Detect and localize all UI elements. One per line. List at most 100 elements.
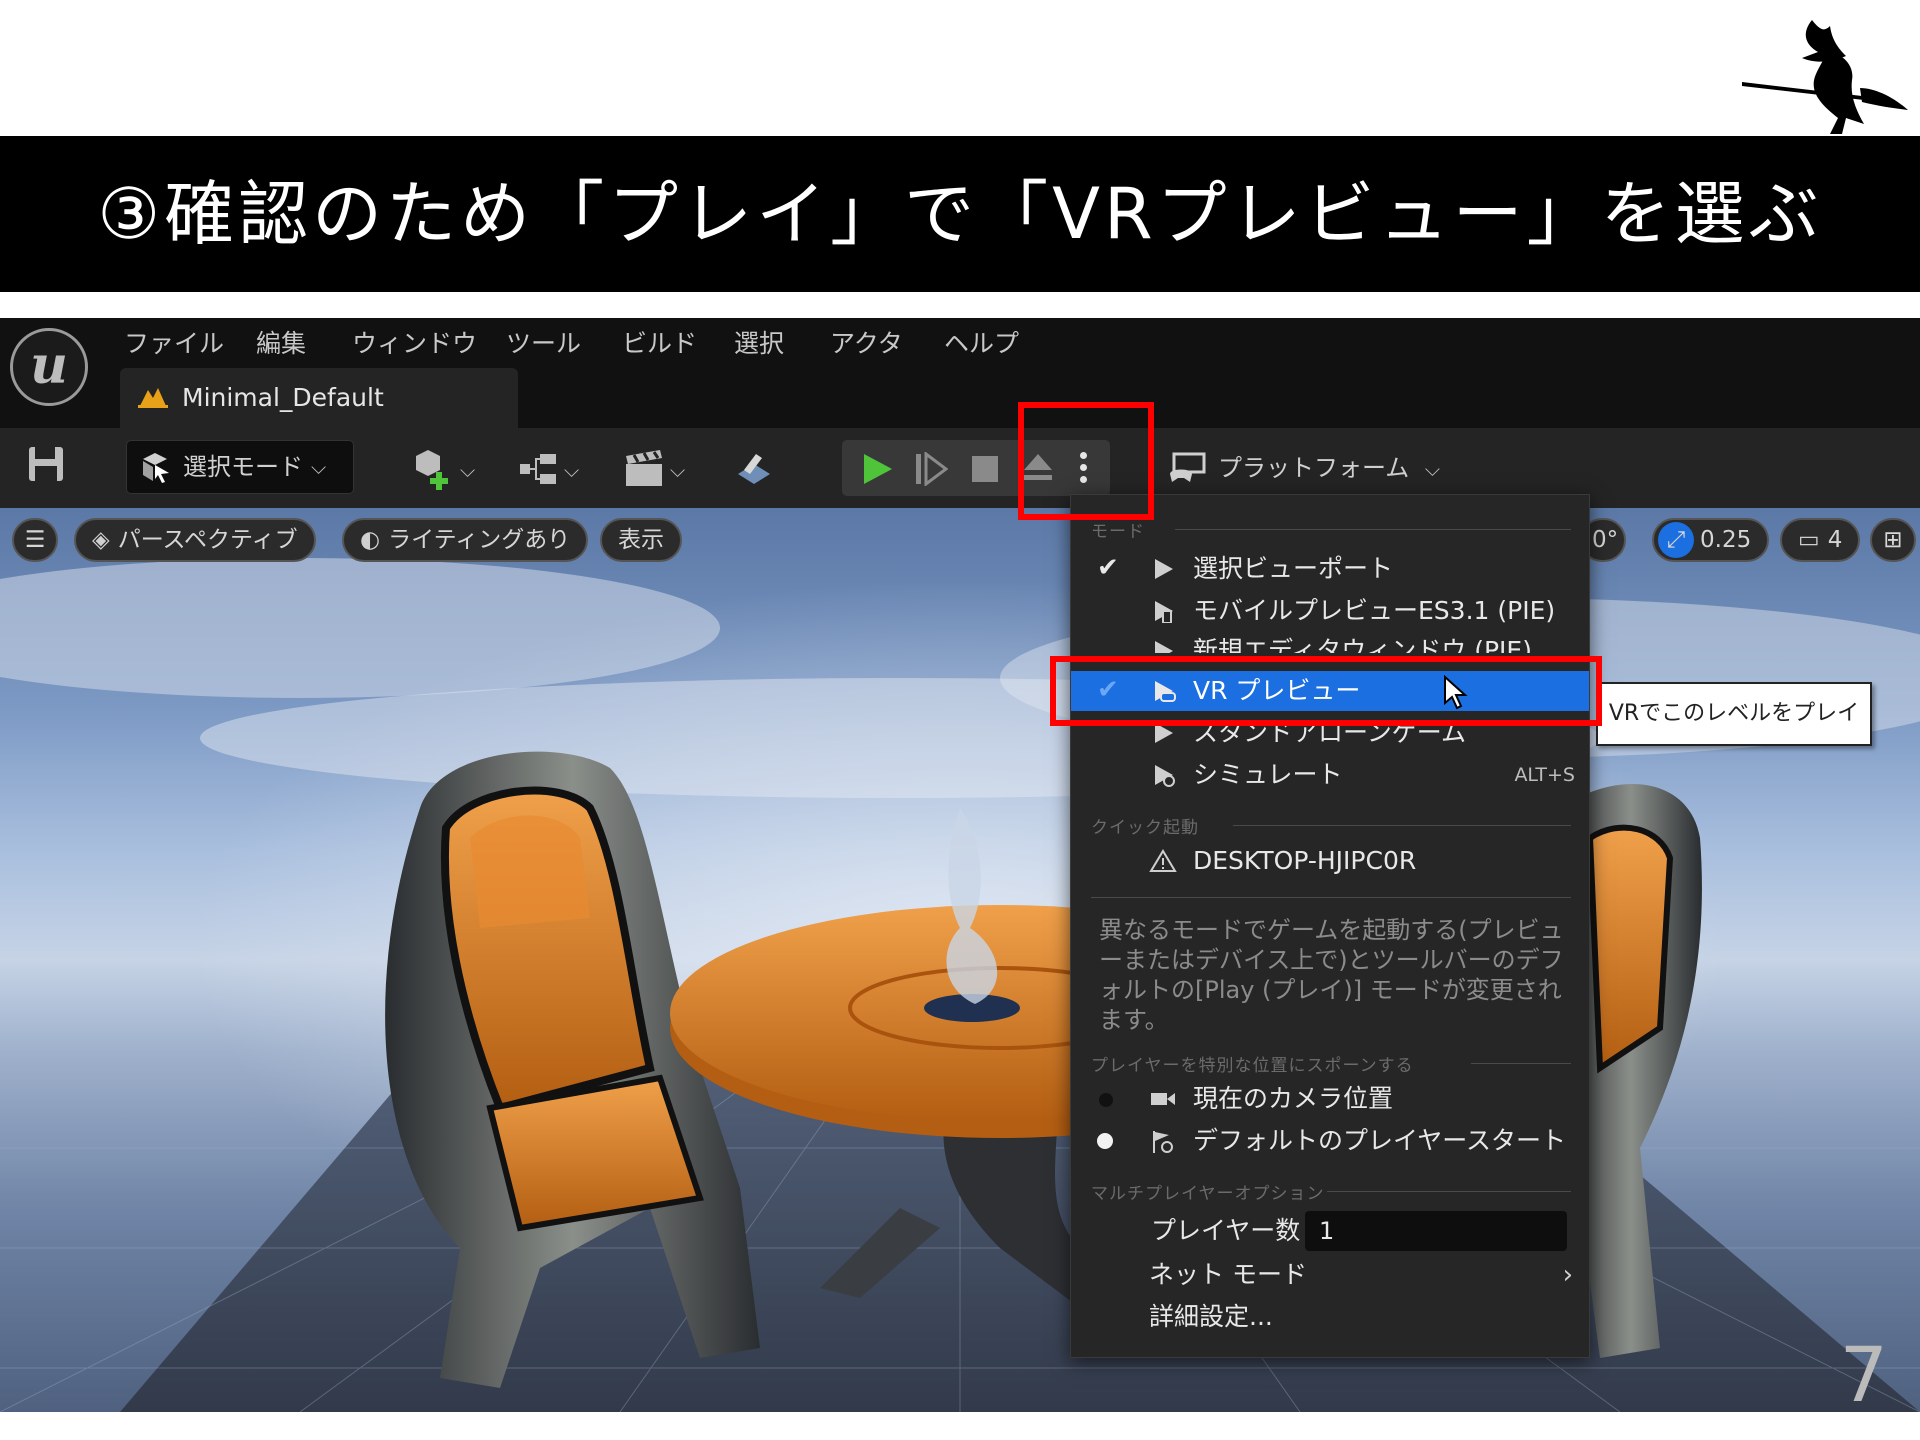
- shortcut-label: ALT+S: [1514, 764, 1575, 786]
- level-viewport[interactable]: ☰ ◈ パースペクティブ ◐ ライティングあり 表示 0° ⤢ 0.25 ▭ 4 ⊞: [0, 508, 1920, 1412]
- mode-simulate[interactable]: シミュレート ALT+S: [1071, 755, 1589, 795]
- warning-icon: [1149, 849, 1177, 872]
- slide-title: ③確認のため「プレイ」で「VRプレビュー」を選ぶ: [97, 173, 1823, 255]
- page-number: 7: [1839, 1330, 1888, 1419]
- highlight-play-options: [1018, 402, 1154, 520]
- menu-edit[interactable]: 編集: [256, 326, 306, 362]
- player-start-flag-icon: [1153, 1131, 1173, 1153]
- player-count-input[interactable]: 1: [1305, 1211, 1567, 1251]
- show-button[interactable]: 表示: [600, 518, 682, 562]
- viewport-layout-icon: ⊞: [1883, 527, 1903, 553]
- lighting-label: ライティングあり: [388, 527, 571, 553]
- mode-label: シミュレート: [1193, 760, 1343, 789]
- mode-label: 選択ビューポート: [1193, 554, 1394, 583]
- spawn-section-header: プレイヤーを特別な位置にスポーンする: [1091, 1056, 1414, 1076]
- player-count-row: プレイヤー数 1: [1071, 1211, 1589, 1251]
- divider: [1091, 897, 1571, 898]
- quick-launch-device[interactable]: DESKTOP-HJIPC0R: [1071, 841, 1589, 881]
- cinematics-icon[interactable]: [624, 450, 664, 488]
- main-toolbar: 選択モード ⌵ ⌵ ⌵ ⌵ プラットフォーム ⌵: [0, 428, 1920, 508]
- chevron-right-icon: ›: [1562, 1260, 1573, 1290]
- divider: [1471, 1063, 1571, 1064]
- play-icon: [1155, 559, 1173, 579]
- select-mode-dropdown[interactable]: 選択モード ⌵: [126, 440, 354, 494]
- perspective-label: パースペクティブ: [117, 527, 298, 553]
- scale-icon: ⤢: [1658, 522, 1694, 558]
- device-label: DESKTOP-HJIPC0R: [1193, 846, 1417, 875]
- modeling-tools-icon[interactable]: [734, 448, 774, 488]
- select-mode-icon: [143, 453, 169, 483]
- mode-new-editor-window[interactable]: 新規エディタウィンドウ (PIE): [1071, 631, 1589, 653]
- menu-tools[interactable]: ツール: [506, 326, 581, 362]
- mode-label: 新規エディタウィンドウ (PIE): [1193, 636, 1532, 653]
- chevron-down-icon[interactable]: ⌵: [460, 458, 475, 482]
- mode-section-header: モード: [1091, 522, 1145, 542]
- play-icon[interactable]: [860, 452, 894, 486]
- menu-window[interactable]: ウィンドウ: [352, 326, 477, 362]
- unreal-editor-window: u ファイル 編集 ウィンドウ ツール ビルド 選択 アクタ ヘルプ Minim…: [0, 318, 1920, 1412]
- scale-snap-value: 0.25: [1700, 527, 1752, 553]
- spawn-option-label: デフォルトのプレイヤースタート: [1193, 1126, 1567, 1155]
- spawn-option-label: 現在のカメラ位置: [1193, 1084, 1394, 1113]
- menu-bar: u ファイル 編集 ウィンドウ ツール ビルド 選択 アクタ ヘルプ Minim…: [0, 318, 1920, 428]
- mode-mobile-preview[interactable]: モバイルプレビューES3.1 (PIE): [1071, 591, 1589, 631]
- level-tab-label: Minimal_Default: [182, 383, 384, 412]
- mode-label: モバイルプレビューES3.1 (PIE): [1193, 596, 1556, 625]
- radio-button[interactable]: [1099, 1093, 1113, 1107]
- play-mode-description: 異なるモードでゲームを起動する(プレビューまたはデバイス上で)とツールバーのデフ…: [1099, 916, 1564, 1034]
- rotation-snap-value: 0°: [1592, 527, 1619, 553]
- mobile-play-icon: [1155, 601, 1173, 623]
- platforms-dropdown[interactable]: プラットフォーム ⌵: [1168, 440, 1440, 496]
- camera-icon: [1151, 1093, 1175, 1105]
- simulate-icon: [1155, 765, 1175, 787]
- chevron-down-icon[interactable]: ⌵: [670, 458, 685, 482]
- hamburger-icon: ☰: [24, 527, 46, 553]
- viewport-options-button[interactable]: ☰: [12, 518, 58, 562]
- camera-speed-value: 4: [1827, 527, 1843, 553]
- player-count-label: プレイヤー数: [1151, 1216, 1301, 1245]
- radio-button-selected[interactable]: [1097, 1133, 1113, 1149]
- witch-logo: [1742, 20, 1908, 134]
- camera-speed-button[interactable]: ▭ 4: [1780, 518, 1861, 562]
- menu-select[interactable]: 選択: [734, 326, 784, 362]
- mode-selected-viewport[interactable]: ✔ 選択ビューポート: [1071, 549, 1589, 589]
- step-forward-icon[interactable]: [914, 452, 948, 486]
- lighting-mode-button[interactable]: ◐ ライティングあり: [342, 518, 589, 562]
- scale-snap-button[interactable]: ⤢ 0.25: [1652, 518, 1770, 562]
- unreal-logo-icon[interactable]: u: [10, 328, 88, 406]
- check-icon: ✔: [1097, 553, 1119, 583]
- menu-help[interactable]: ヘルプ: [944, 326, 1019, 362]
- chevron-down-icon: ⌵: [1424, 457, 1441, 481]
- show-label: 表示: [618, 527, 664, 553]
- level-icon: [138, 388, 168, 408]
- add-content-icon[interactable]: [412, 448, 452, 490]
- cube-icon: ◈: [92, 527, 110, 553]
- menu-build[interactable]: ビルド: [622, 326, 697, 362]
- advanced-settings[interactable]: 詳細設定...: [1071, 1297, 1589, 1337]
- menu-actor[interactable]: アクタ: [830, 326, 903, 362]
- stop-icon[interactable]: [968, 452, 1000, 484]
- quick-launch-header: クイック起動: [1091, 818, 1199, 838]
- save-icon[interactable]: [26, 444, 66, 484]
- vr-preview-tooltip: VRでこのレベルをプレイ: [1596, 682, 1872, 746]
- spawn-default-player-start[interactable]: デフォルトのプレイヤースタート: [1071, 1121, 1589, 1161]
- level-tab[interactable]: Minimal_Default: [120, 368, 518, 428]
- platforms-label: プラットフォーム: [1218, 454, 1410, 482]
- perspective-button[interactable]: ◈ パースペクティブ: [74, 518, 316, 562]
- chevron-down-icon[interactable]: ⌵: [564, 458, 579, 482]
- viewport-scene: [0, 508, 1920, 1412]
- chevron-down-icon: ⌵: [311, 455, 327, 479]
- blueprint-icon[interactable]: [518, 452, 558, 486]
- divider: [1233, 825, 1571, 826]
- menu-file[interactable]: ファイル: [124, 326, 224, 362]
- highlight-vr-preview: [1050, 656, 1602, 726]
- play-options-menu: モード ✔ 選択ビューポート モバイルプレビューES3.1 (PIE) 新規エデ…: [1070, 494, 1590, 1358]
- layout-button[interactable]: ⊞: [1870, 518, 1916, 562]
- gamepad-monitor-icon: [1170, 452, 1206, 482]
- spawn-current-camera[interactable]: 現在のカメラ位置: [1071, 1079, 1589, 1119]
- lit-sphere-icon: ◐: [360, 527, 381, 553]
- select-mode-label: 選択モード: [183, 453, 303, 481]
- net-mode-submenu[interactable]: ネット モード ›: [1071, 1255, 1589, 1295]
- divider: [1327, 1191, 1571, 1192]
- window-play-icon: [1155, 641, 1173, 653]
